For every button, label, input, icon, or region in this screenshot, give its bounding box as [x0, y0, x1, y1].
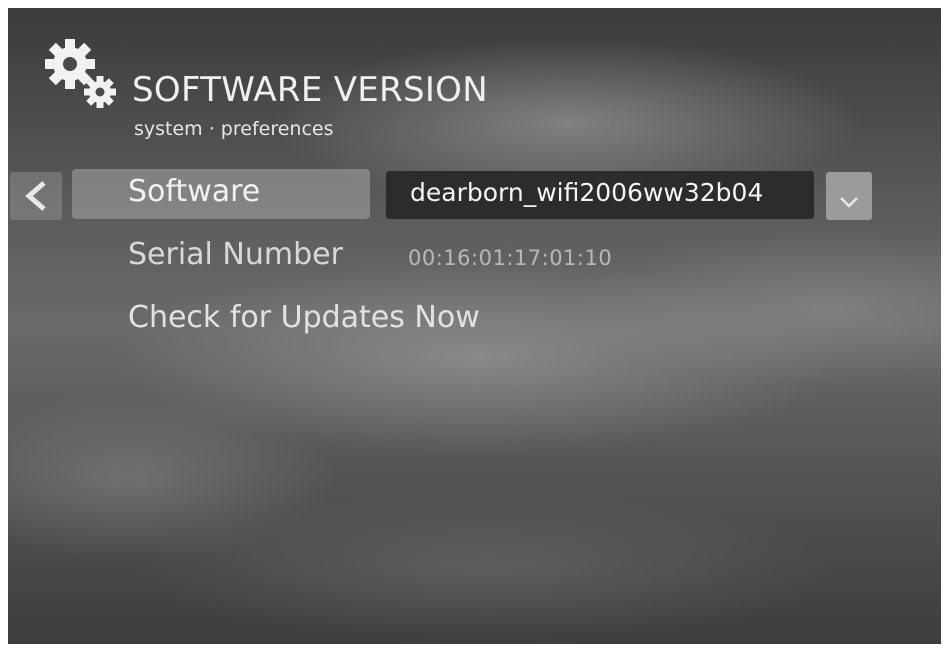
check-for-updates-button[interactable]: Check for Updates Now [128, 300, 480, 335]
serial-number-label: Serial Number [128, 237, 343, 272]
settings-screen: SOFTWARE VERSION system · preferences So… [8, 8, 941, 644]
dropdown-button[interactable] [826, 172, 872, 220]
gears-icon [40, 34, 124, 114]
back-button[interactable] [10, 172, 62, 220]
serial-number-value: 00:16:01:17:01:10 [408, 246, 613, 270]
breadcrumb: system · preferences [134, 118, 334, 140]
page-title: SOFTWARE VERSION [132, 70, 488, 110]
software-version-value: dearborn_wifi2006ww32b04 [410, 178, 764, 207]
software-label[interactable]: Software [128, 174, 260, 209]
